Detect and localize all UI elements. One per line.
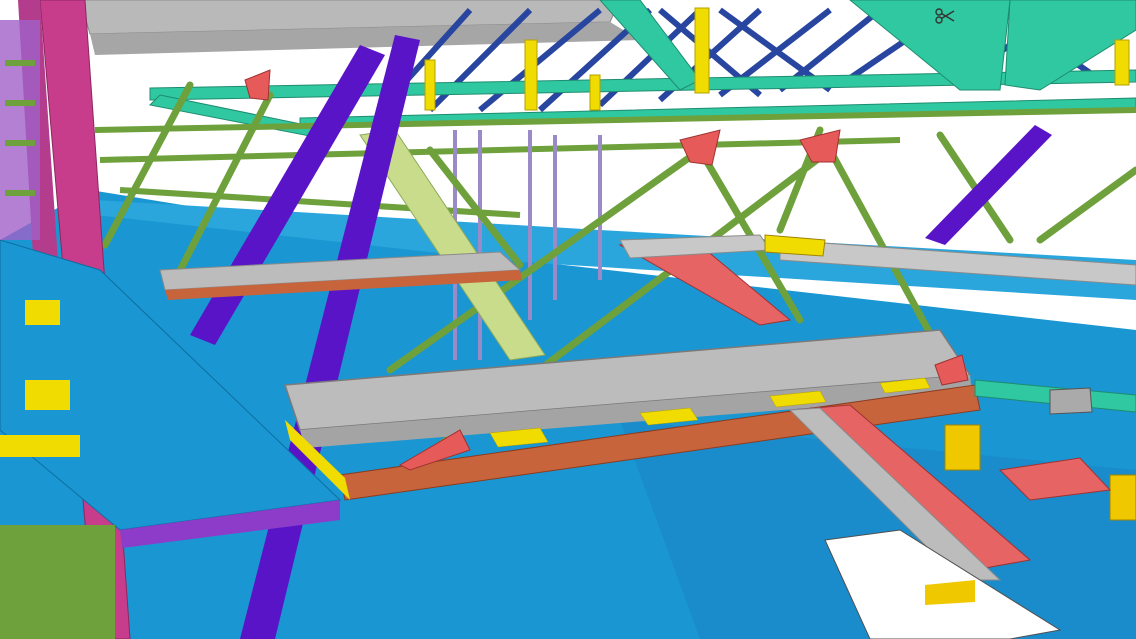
green-block (0, 525, 115, 639)
structural-model-scene[interactable] (0, 0, 1136, 639)
scissors-icon[interactable] (934, 7, 956, 25)
model-viewport[interactable] (0, 0, 1136, 639)
